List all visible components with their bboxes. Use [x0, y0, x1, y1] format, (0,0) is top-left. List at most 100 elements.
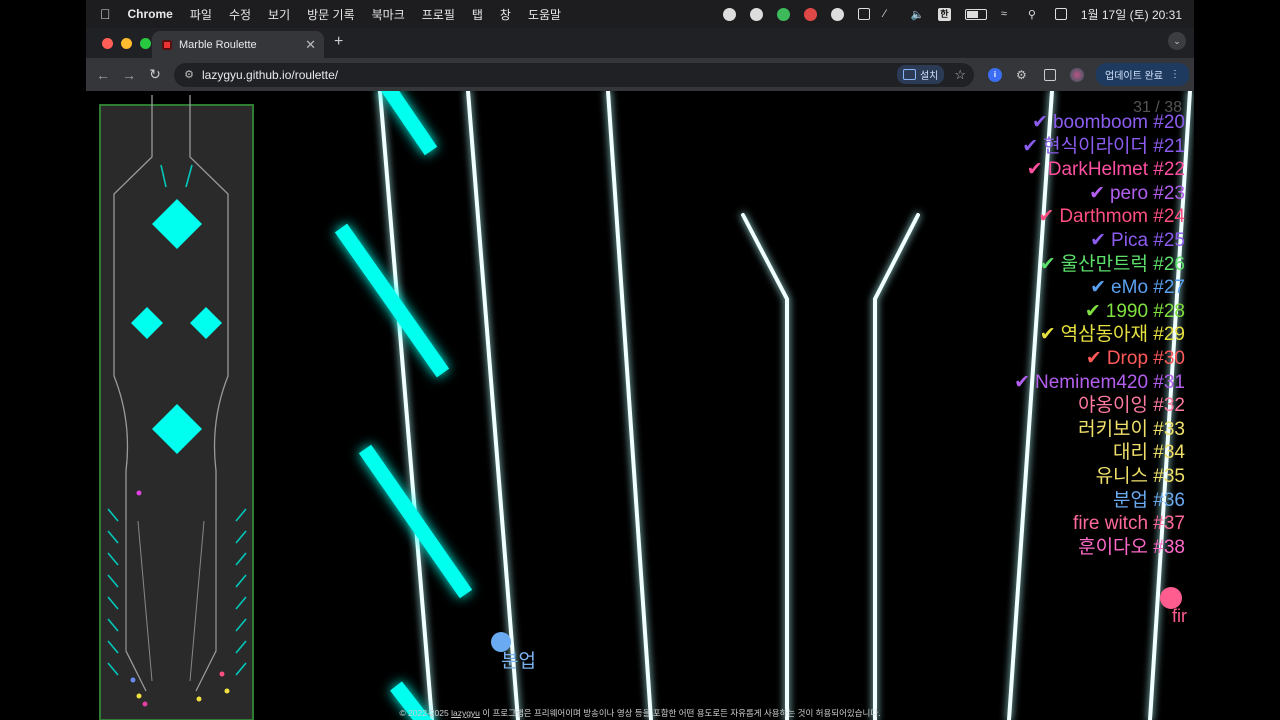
new-tab-icon[interactable]: + — [334, 33, 343, 51]
ranking-name: 1990 #28 — [1105, 300, 1185, 322]
install-label: 설치 — [919, 71, 939, 82]
favicon-icon — [162, 39, 172, 50]
tab-strip: Marble Roulette ✕ + ⌄ — [86, 28, 1194, 58]
update-button[interactable]: 업데이트 완료 ⋮ — [1096, 63, 1189, 86]
ranking-row: ✔ Darthmom #24 — [1014, 205, 1185, 229]
tab-marble-roulette[interactable]: Marble Roulette ✕ — [152, 31, 324, 58]
more-menu-icon[interactable]: ⋮ — [1170, 69, 1180, 80]
volume-icon[interactable]: 🔈 — [911, 8, 925, 21]
finished-check-icon: ✔ — [1022, 135, 1039, 157]
finished-check-icon: ✔ — [1032, 112, 1048, 133]
menu-profiles[interactable]: 프로필 — [422, 6, 455, 23]
menu-view[interactable]: 보기 — [268, 6, 290, 23]
tab-search-icon[interactable]: ⌄ — [1168, 32, 1186, 50]
ranking-name: 현식이라이더 #21 — [1043, 135, 1185, 157]
ranking-name: 야옹이잉 #32 — [1078, 395, 1185, 417]
wechat-icon[interactable] — [749, 7, 763, 21]
record-icon[interactable] — [722, 7, 736, 21]
forward-icon[interactable]: → — [116, 67, 142, 83]
install-app-icon — [902, 69, 916, 80]
address-bar[interactable]: ⚙ lazygyu.github.io/roulette/ 설치 ☆ — [174, 62, 974, 87]
back-icon[interactable]: ← — [90, 67, 116, 83]
menu-bookmarks[interactable]: 북마크 — [372, 6, 405, 23]
menu-tab[interactable]: 탭 — [472, 6, 483, 23]
profile-avatar[interactable] — [1070, 67, 1084, 82]
ranking-row: ✔ 1990 #28 — [1014, 300, 1185, 324]
ranking-row: 야옹이잉 #32 — [1014, 394, 1185, 418]
ranking-row: ✔ Neminem420 #31 — [1014, 371, 1185, 395]
extension-badge-icon[interactable]: i — [988, 67, 1002, 82]
ranking-row: 분업 #36 — [1014, 489, 1185, 513]
line-icon[interactable] — [776, 7, 790, 21]
wifi-icon[interactable]: ≈ — [1001, 8, 1014, 21]
ranking-row: ✔ 역삼동아재 #29 — [1014, 323, 1185, 347]
bookmark-star-icon[interactable]: ☆ — [954, 67, 966, 83]
reload-icon[interactable]: ↻ — [142, 66, 168, 83]
url-text: lazygyu.github.io/roulette/ — [202, 67, 339, 82]
ranking-row: ✔ Drop #30 — [1014, 347, 1185, 371]
ranking-row: ✔ pero #23 — [1014, 182, 1185, 206]
finished-check-icon: ✔ — [1038, 206, 1055, 228]
finished-check-icon: ✔ — [1085, 347, 1102, 369]
app-menu[interactable]: Chrome — [128, 7, 173, 21]
finished-check-icon: ✔ — [1084, 300, 1101, 322]
ranking-name: fire witch #37 — [1073, 513, 1185, 535]
extension-gear-icon[interactable]: ⚙ — [1016, 68, 1030, 82]
ranking-name: 유니스 #35 — [1095, 465, 1185, 487]
app-tray-icon[interactable] — [830, 7, 844, 21]
menu-help[interactable]: 도움말 — [528, 6, 561, 23]
ranking-name: 훈이다오 #38 — [1078, 536, 1185, 558]
ranking-row: 훈이다오 #38 — [1014, 536, 1185, 560]
notification-icon[interactable] — [803, 7, 817, 21]
footer-author-link[interactable]: lazygyu — [451, 708, 480, 718]
footer-copyright: © 2022-2025 — [399, 708, 449, 718]
battery-icon[interactable] — [964, 8, 987, 20]
ranking-row: ✔ DarkHelmet #22 — [1014, 158, 1185, 182]
ranking-name: 분업 #36 — [1113, 489, 1185, 511]
zoom-window-icon[interactable] — [140, 38, 151, 49]
ranking-row: ✔ boomboom #20 — [1014, 111, 1185, 135]
ranking-row: ✔ eMo #27 — [1014, 276, 1185, 300]
close-window-icon[interactable] — [102, 38, 113, 49]
footer-notice: © 2022-2025 lazygyu 이 프로그램은 프리웨어이며 방송이나 … — [86, 707, 1194, 719]
marble-label: 분업 — [501, 651, 536, 672]
install-button[interactable]: 설치 — [896, 65, 945, 84]
menubar-clock[interactable]: 1월 17일 (토) 20:31 — [1081, 6, 1182, 23]
ranking-name: 울산만트럭 #26 — [1060, 253, 1185, 275]
menu-edit[interactable]: 수정 — [229, 6, 251, 23]
footer-text: 이 프로그램은 프리웨어이며 방송이나 영상 등을 포함한 어떤 용도로든 자유… — [482, 708, 881, 718]
minimize-window-icon[interactable] — [121, 38, 132, 49]
finished-check-icon: ✔ — [1026, 159, 1043, 181]
site-info-icon[interactable]: ⚙ — [182, 68, 196, 81]
ranking-name: 러키보이 #33 — [1078, 418, 1185, 440]
ranking-name: Neminem420 #31 — [1035, 371, 1185, 393]
ranking-row: ✔ 현식이라이더 #21 — [1014, 135, 1185, 159]
menu-history[interactable]: 방문 기록 — [307, 6, 355, 23]
control-center-icon[interactable] — [1054, 8, 1067, 20]
window-icon[interactable] — [857, 8, 870, 20]
finished-check-icon: ✔ — [1039, 253, 1056, 275]
ranking-row: ✔ Pica #25 — [1014, 229, 1185, 253]
game-canvas[interactable]: 31 / 38 ✔ boomboom #20 ✔ 현식이라이더 #21 ✔ DarkHel… — [86, 91, 1194, 720]
ranking-name: eMo #27 — [1111, 277, 1185, 299]
mute-icon[interactable]: ∕ — [884, 8, 897, 21]
marble-label-partial: fir — [1172, 606, 1187, 626]
browser-toolbar: ← → ↻ ⚙ lazygyu.github.io/roulette/ 설치 ☆… — [86, 58, 1194, 91]
close-tab-icon[interactable]: ✕ — [305, 37, 316, 53]
extensions-puzzle-icon[interactable] — [1044, 68, 1056, 81]
finished-check-icon: ✔ — [1090, 277, 1107, 299]
finished-check-icon: ✔ — [1089, 182, 1105, 204]
menu-window[interactable]: 창 — [500, 6, 511, 23]
macos-menu-bar:  Chrome 파일 수정 보기 방문 기록 북마크 프로필 탭 창 도움말 … — [86, 0, 1194, 28]
finished-check-icon: ✔ — [1014, 371, 1031, 393]
apple-menu-icon[interactable]:  — [100, 6, 111, 22]
ranking-row: ✔ 울산만트럭 #26 — [1014, 253, 1185, 277]
ranking-name: boomboom #20 — [1052, 112, 1185, 133]
input-source-icon[interactable]: 한 — [937, 7, 951, 21]
ranking-name: DarkHelmet #22 — [1047, 159, 1185, 181]
menu-file[interactable]: 파일 — [190, 6, 212, 23]
ranking-row: 대리 #34 — [1014, 441, 1185, 465]
spotlight-icon[interactable]: ⚲ — [1028, 8, 1041, 21]
finished-check-icon: ✔ — [1039, 324, 1056, 346]
neon-bars — [334, 91, 473, 720]
